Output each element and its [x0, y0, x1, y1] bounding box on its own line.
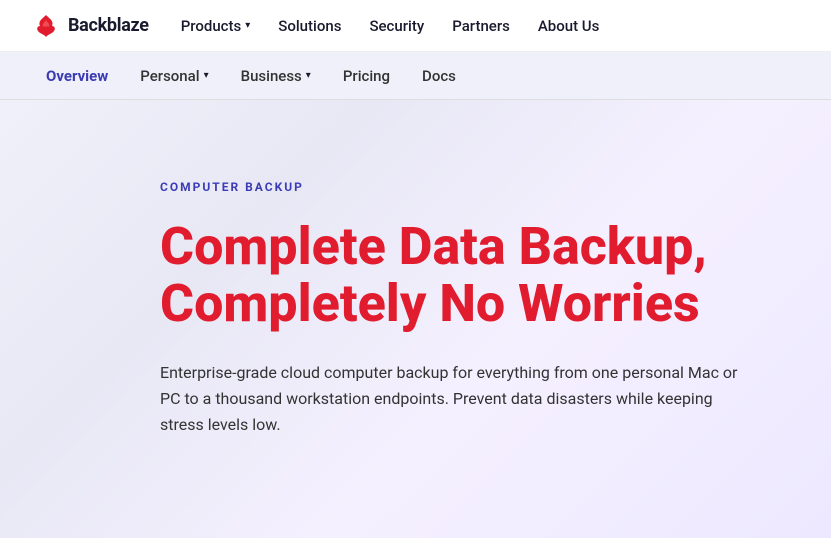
nav-item-solutions: Solutions: [278, 16, 341, 35]
hero-description: Enterprise-grade cloud computer backup f…: [160, 360, 751, 437]
nav-label-partners: Partners: [452, 17, 510, 35]
sub-nav-label-personal: Personal: [140, 67, 199, 85]
sub-nav-label-overview: Overview: [46, 67, 108, 85]
nav-link-solutions[interactable]: Solutions: [278, 17, 341, 35]
sub-nav-label-business: Business: [241, 67, 302, 85]
sub-nav-label-docs: Docs: [422, 67, 456, 85]
nav-item-partners: Partners: [452, 16, 510, 35]
nav-item-products: Products ▾: [181, 17, 251, 35]
sub-nav-links: Overview Personal ▾ Business ▾ Pricing D…: [32, 59, 470, 93]
backblaze-logo-icon: [32, 12, 60, 40]
nav-label-about-us: About Us: [538, 17, 600, 35]
personal-dropdown-arrow: ▾: [204, 70, 209, 81]
hero-section: COMPUTER BACKUP Complete Data Backup, Co…: [0, 100, 831, 538]
top-nav-links: Products ▾ Solutions Security Partners A…: [181, 16, 600, 35]
nav-link-security[interactable]: Security: [369, 17, 424, 35]
logo-text: Backblaze: [68, 15, 149, 36]
sub-nav: Overview Personal ▾ Business ▾ Pricing D…: [0, 52, 831, 100]
sub-nav-item-pricing: Pricing: [329, 59, 404, 93]
nav-label-solutions: Solutions: [278, 17, 341, 35]
top-nav: Backblaze Products ▾ Solutions Security …: [0, 0, 831, 52]
hero-title: Complete Data Backup, Completely No Worr…: [160, 218, 751, 332]
nav-label-security: Security: [369, 17, 424, 35]
nav-item-security: Security: [369, 16, 424, 35]
sub-nav-link-business[interactable]: Business ▾: [227, 59, 325, 93]
sub-nav-link-docs[interactable]: Docs: [408, 59, 470, 93]
products-dropdown-arrow: ▾: [245, 20, 250, 31]
nav-link-about-us[interactable]: About Us: [538, 17, 600, 35]
nav-label-products: Products: [181, 17, 242, 35]
sub-nav-item-overview: Overview: [32, 59, 122, 93]
sub-nav-link-pricing[interactable]: Pricing: [329, 59, 404, 93]
section-label: COMPUTER BACKUP: [160, 180, 751, 194]
sub-nav-link-overview[interactable]: Overview: [32, 59, 122, 93]
sub-nav-item-docs: Docs: [408, 59, 470, 93]
nav-link-products[interactable]: Products ▾: [181, 17, 251, 35]
nav-item-about-us: About Us: [538, 16, 600, 35]
sub-nav-link-personal[interactable]: Personal ▾: [126, 59, 222, 93]
nav-link-partners[interactable]: Partners: [452, 17, 510, 35]
logo-link[interactable]: Backblaze: [32, 12, 149, 40]
business-dropdown-arrow: ▾: [306, 70, 311, 81]
sub-nav-item-business: Business ▾: [227, 59, 325, 93]
sub-nav-item-personal: Personal ▾: [126, 59, 222, 93]
sub-nav-label-pricing: Pricing: [343, 67, 390, 85]
